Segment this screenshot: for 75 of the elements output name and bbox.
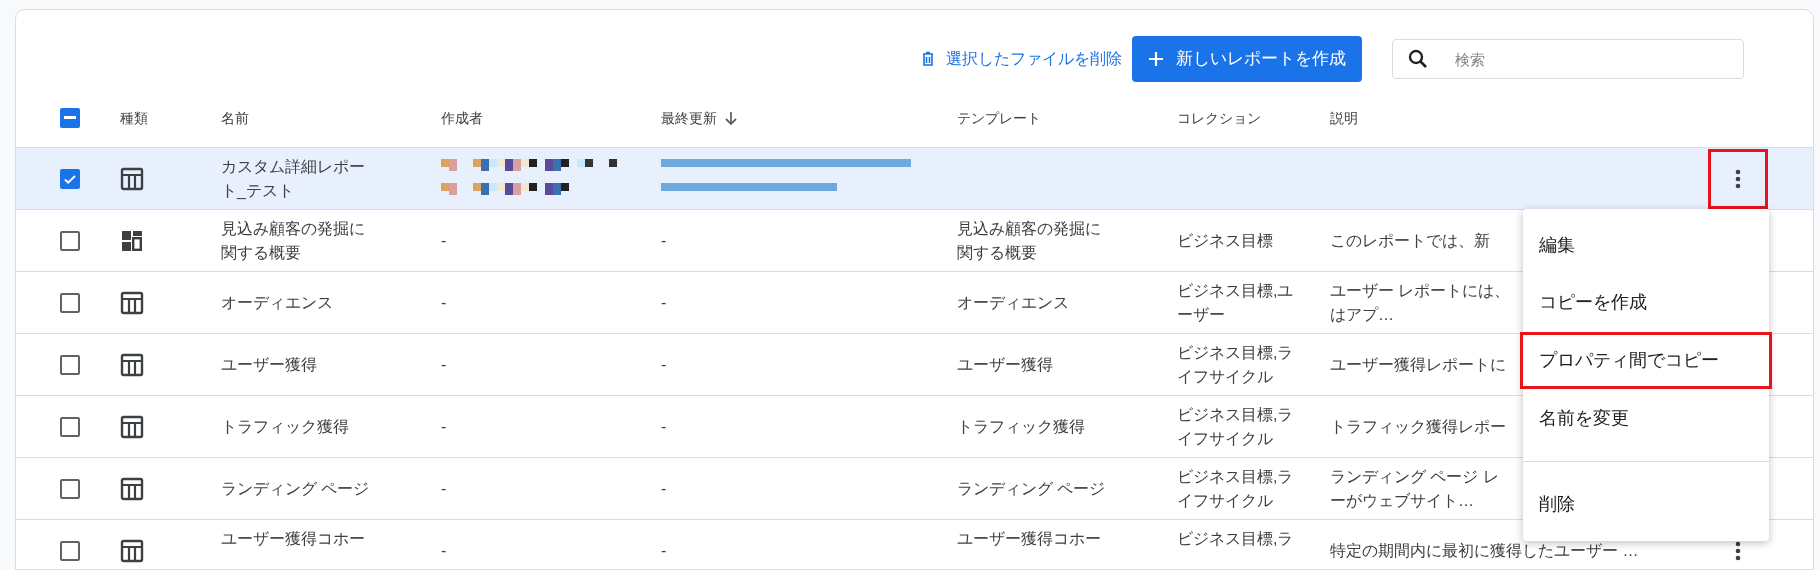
column-header: 名前 [221, 108, 249, 128]
menu-item[interactable]: 名前を変更 [1523, 389, 1769, 447]
creator-cell-text: - [441, 230, 448, 251]
more-vert-icon [1735, 168, 1741, 189]
creator-cell-text: - [441, 540, 448, 561]
creator-cell-text: - [441, 292, 448, 313]
creator-cell-text: - [441, 478, 448, 499]
more-vert-icon [1735, 540, 1741, 561]
report-name: カスタム詳細レポート_テスト [221, 156, 366, 201]
updated-cell-text: - [661, 416, 668, 437]
updated-cell-text: - [661, 540, 668, 561]
description-text: ユーザー獲得レポートに [1330, 354, 1506, 375]
table-icon [120, 476, 144, 501]
dashboard-icon [120, 228, 144, 253]
column-header: 種類 [120, 108, 148, 128]
collection-cell-text: ビジネス目標,ライフサイクル [1177, 404, 1295, 449]
report-name: 見込み顧客の発掘に関する概要 [221, 218, 366, 263]
table-icon [120, 166, 144, 191]
checkbox[interactable] [60, 107, 80, 128]
description-text: 特定の期間内に最初に獲得したユーザー … [1330, 540, 1639, 561]
description-text: ーがウェブサイト… [1330, 490, 1474, 511]
collection-cell-text: ビジネス目標,ユーザー [1177, 280, 1295, 325]
menu-item[interactable]: プロパティ間でコピー [1520, 331, 1772, 390]
checkbox[interactable] [60, 230, 80, 251]
create-report-button[interactable]: 新しいレポートを作成 [1132, 36, 1362, 82]
collection-cell-text: ビジネス目標,ライフサイクル [1177, 342, 1295, 387]
checkbox[interactable] [60, 478, 80, 499]
description-text: ランディング ページ レ [1330, 466, 1499, 487]
search-field[interactable]: 検索 [1392, 39, 1744, 79]
template-cell-text: ユーザー獲得 [957, 354, 1054, 375]
report-name: ユーザー獲得 [221, 354, 318, 375]
checkbox[interactable] [60, 416, 80, 437]
template-cell-text: オーディエンス [957, 292, 1070, 313]
collection-cell-text: ビジネス目標,ラ [1177, 528, 1295, 549]
description-text: ユーザー レポートには、 [1330, 280, 1511, 301]
table-icon [120, 352, 144, 377]
table-icon [120, 290, 144, 315]
checkbox[interactable] [60, 540, 80, 561]
template-cell-text: トラフィック獲得 [957, 416, 1086, 437]
plus-icon [1148, 51, 1164, 67]
creator-cell-text: - [441, 416, 448, 437]
checkbox[interactable] [60, 354, 80, 375]
creator-cell-text: - [441, 354, 448, 375]
checkbox[interactable] [60, 292, 80, 313]
template-cell-text: ユーザー獲得コホー [957, 528, 1102, 549]
checkbox[interactable] [60, 168, 80, 189]
description-text: このレポートでは、新 [1330, 230, 1490, 251]
report-name: トラフィック獲得 [221, 416, 350, 437]
updated-cell-text: - [661, 292, 668, 313]
updated-cell-text: - [661, 478, 668, 499]
collection-cell-text: ビジネス目標 [1177, 230, 1274, 251]
menu-item[interactable]: 削除 [1523, 475, 1769, 533]
description-text: はアプ… [1330, 304, 1394, 325]
minus-icon [64, 116, 76, 119]
table-icon [120, 538, 144, 563]
description-text: トラフィック獲得レポー [1330, 416, 1506, 437]
collection-cell-text: ビジネス目標,ライフサイクル [1177, 466, 1295, 511]
template-cell-text: 見込み顧客の発掘に関する概要 [957, 218, 1102, 263]
column-header: コレクション [1177, 108, 1261, 128]
updated-cell-text: - [661, 354, 668, 375]
report-name: オーディエンス [221, 292, 334, 313]
column-header: 作成者 [441, 108, 483, 128]
more-options-button[interactable] [1708, 148, 1768, 209]
delete-selected-link[interactable]: 選択したファイルを削除 [920, 47, 1122, 71]
column-header: テンプレート [957, 108, 1041, 128]
template-cell-text: ランディング ページ [957, 478, 1107, 499]
column-header: 説明 [1330, 108, 1358, 128]
report-name: ユーザー獲得コホー [221, 528, 366, 549]
table-icon [120, 414, 144, 439]
menu-item[interactable]: 編集 [1523, 217, 1769, 275]
trash-icon [920, 51, 936, 67]
column-header: 最終更新 [661, 108, 717, 128]
report-name: ランディング ページ [221, 478, 371, 499]
menu-item[interactable]: コピーを作成 [1523, 274, 1769, 332]
updated-cell-text: - [661, 230, 668, 251]
